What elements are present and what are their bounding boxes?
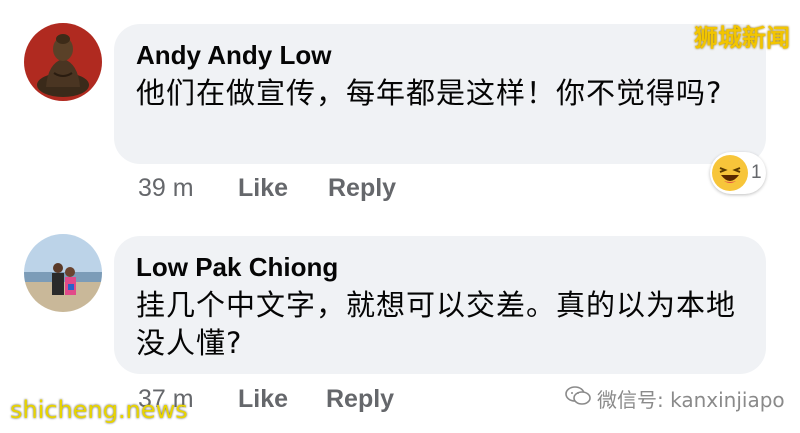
wechat-id-watermark: 微信号: kanxinjiapo xyxy=(565,384,785,413)
like-button[interactable]: Like xyxy=(238,174,288,203)
comment-text: 挂几个中文字，就想可以交差。真的以为本地没人懂? xyxy=(136,288,737,360)
laughing-emoji-icon xyxy=(712,155,748,191)
reaction-count: 1 xyxy=(751,162,762,183)
comment-bubble: Andy Andy Low 他们在做宣传，每年都是这样！你不觉得吗? xyxy=(114,24,766,164)
comment-timestamp: 39 m xyxy=(138,174,194,202)
reaction-badge[interactable]: 1 xyxy=(710,152,766,194)
wechat-id-label: 微信号: kanxinjiapo xyxy=(597,388,785,412)
comment-text: 他们在做宣传，每年都是这样！你不觉得吗? xyxy=(136,76,723,110)
comment-author[interactable]: Low Pak Chiong xyxy=(136,252,338,283)
reply-button[interactable]: Reply xyxy=(326,385,394,414)
comment-bubble: Low Pak Chiong 挂几个中文字，就想可以交差。真的以为本地没人懂? xyxy=(114,236,766,374)
beach-photo-avatar-image xyxy=(24,234,102,312)
wechat-icon xyxy=(565,385,591,412)
watermark-site: shicheng.news xyxy=(10,396,188,424)
avatar-low-pak-chiong[interactable] xyxy=(24,234,102,312)
buddha-statue-avatar-image xyxy=(24,23,102,101)
avatar-andy-andy-low[interactable] xyxy=(24,23,102,101)
watermark-brand: 狮城新闻 xyxy=(694,24,790,52)
comment-author[interactable]: Andy Andy Low xyxy=(136,40,331,71)
like-button[interactable]: Like xyxy=(238,385,288,414)
reply-button[interactable]: Reply xyxy=(328,174,396,203)
